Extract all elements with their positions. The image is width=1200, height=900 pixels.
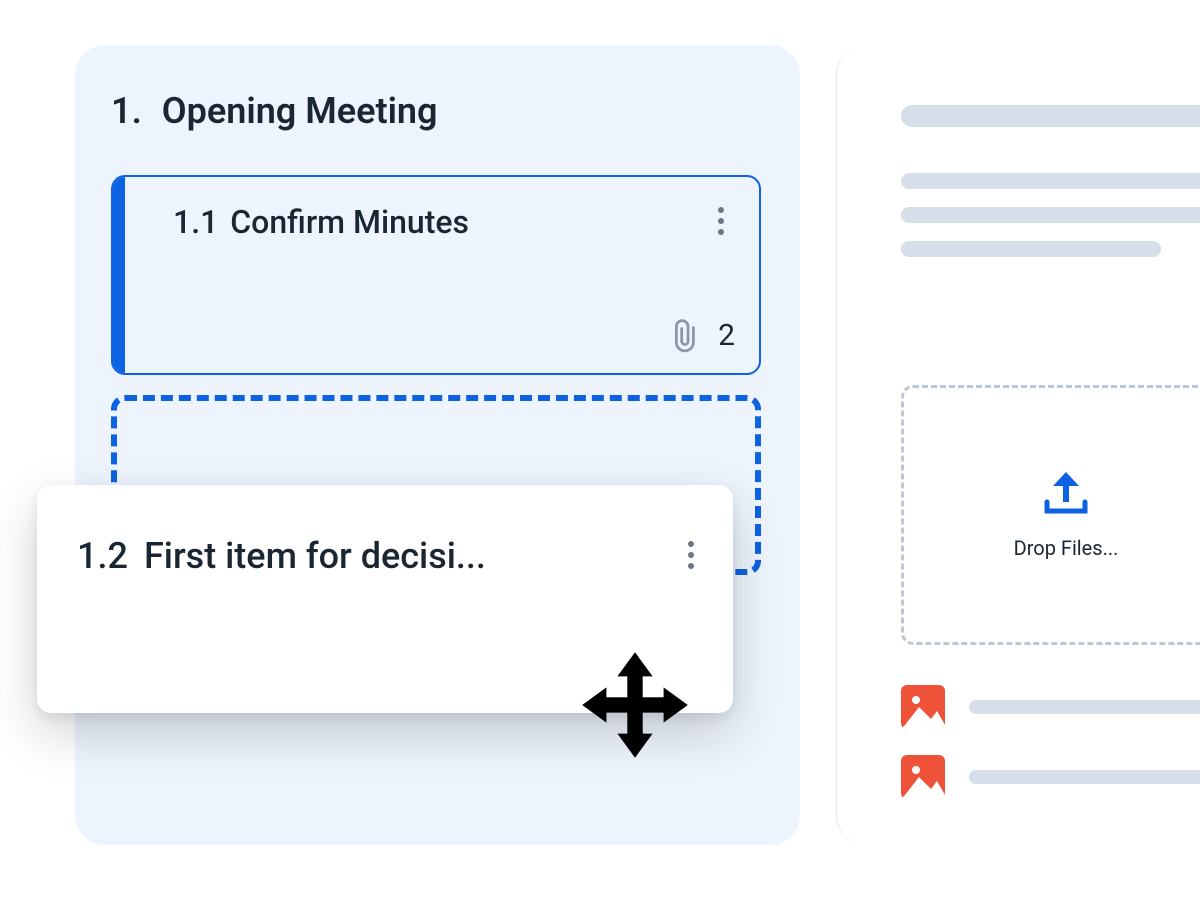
agenda-item-card[interactable]: 1.1 Confirm Minutes 2 — [111, 175, 761, 375]
more-options-button[interactable] — [677, 541, 705, 569]
skeleton-line — [901, 207, 1200, 223]
image-file-icon — [901, 755, 945, 799]
upload-icon — [1041, 470, 1091, 516]
agenda-item-number: 1.2 — [77, 535, 128, 577]
details-side-panel: Drop Files... — [836, 45, 1200, 845]
agenda-item-label: First item for decisi... — [144, 535, 486, 577]
attachment-row[interactable] — [901, 685, 1200, 729]
skeleton-line — [969, 770, 1200, 784]
skeleton-line — [969, 700, 1200, 714]
skeleton-line — [901, 241, 1161, 257]
attachment-count: 2 — [718, 318, 735, 353]
image-file-icon — [901, 685, 945, 729]
dropzone-label: Drop Files... — [1014, 536, 1119, 560]
agenda-section-number: 1. — [111, 90, 142, 132]
agenda-panel: 1. Opening Meeting 1.1 Confirm Minutes 2 — [75, 45, 800, 845]
more-options-button[interactable] — [707, 207, 735, 235]
agenda-item-number: 1.1 — [173, 203, 218, 241]
agenda-item-label: Confirm Minutes — [230, 203, 469, 241]
attachment-row[interactable] — [901, 755, 1200, 799]
paperclip-icon — [674, 319, 700, 353]
agenda-item-title: 1.1 Confirm Minutes — [173, 203, 469, 241]
skeleton-line — [901, 173, 1200, 189]
file-dropzone[interactable]: Drop Files... — [901, 385, 1200, 645]
card-accent-bar — [113, 177, 125, 373]
agenda-section-heading: 1. Opening Meeting — [111, 90, 438, 132]
agenda-item-drag-ghost[interactable]: 1.2 First item for decisi... — [37, 485, 733, 713]
skeleton-line — [901, 105, 1200, 127]
attachment-indicator[interactable]: 2 — [674, 318, 735, 353]
agenda-section-title: Opening Meeting — [162, 90, 438, 132]
agenda-item-title: 1.2 First item for decisi... — [77, 535, 486, 577]
